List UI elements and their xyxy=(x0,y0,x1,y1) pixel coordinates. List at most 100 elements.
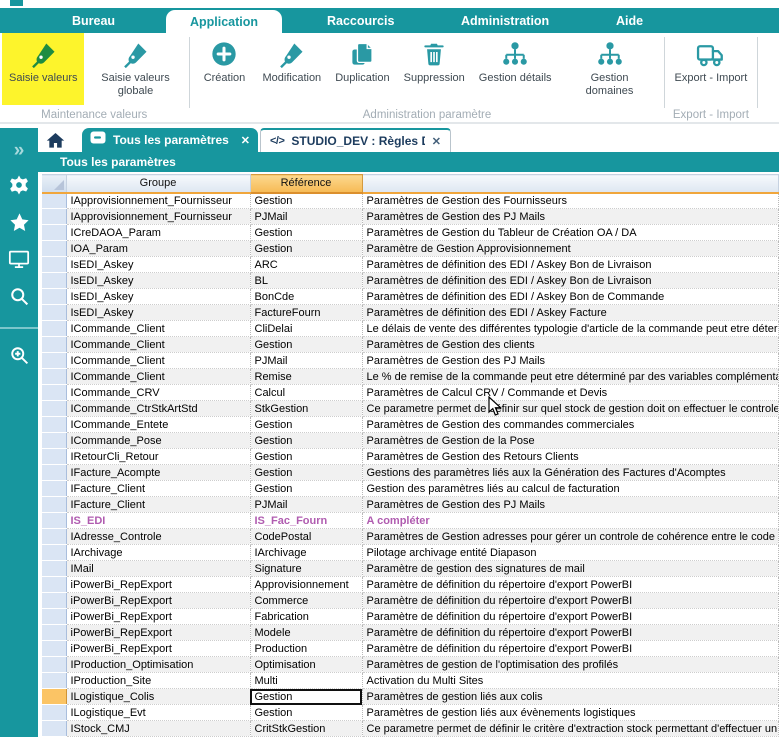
cell-groupe[interactable]: IOA_Param xyxy=(66,241,250,257)
menu-tab-administration[interactable]: Administration xyxy=(461,8,549,33)
cell-reference[interactable]: StkGestion xyxy=(250,401,362,417)
cell-description[interactable]: Ce parametre permet de définir le critèr… xyxy=(362,721,779,737)
cell-groupe[interactable]: ICreDAOA_Param xyxy=(66,225,250,241)
cell-groupe[interactable]: ILogistique_Colis xyxy=(66,689,250,705)
row-selector[interactable] xyxy=(42,465,66,481)
row-selector[interactable] xyxy=(42,369,66,385)
cell-description[interactable]: Paramètres de Gestion des PJ Mails xyxy=(362,353,779,369)
cell-reference[interactable]: Remise xyxy=(250,369,362,385)
cell-reference[interactable]: Gestion xyxy=(250,225,362,241)
ribbon-button-duplication[interactable]: Duplication xyxy=(328,33,396,105)
cell-description[interactable]: Paramètres de définition des EDI / Askey… xyxy=(362,257,779,273)
cell-reference[interactable]: CritStkGestion xyxy=(250,721,362,737)
row-selector[interactable] xyxy=(42,609,66,625)
cell-reference[interactable]: Gestion xyxy=(250,193,362,209)
cell-reference[interactable]: Fabrication xyxy=(250,609,362,625)
column-header-groupe[interactable]: Groupe xyxy=(66,175,250,193)
cell-reference[interactable]: BL xyxy=(250,273,362,289)
row-selector[interactable] xyxy=(42,689,66,705)
cell-description[interactable]: Paramètres de Gestion de la Pose xyxy=(362,433,779,449)
cell-reference[interactable]: PJMail xyxy=(250,497,362,513)
row-selector[interactable] xyxy=(42,561,66,577)
cell-description[interactable]: Le % de remise de la commande peut etre … xyxy=(362,369,779,385)
row-selector[interactable] xyxy=(42,513,66,529)
cell-description[interactable]: Paramètres de Gestion des Retours Client… xyxy=(362,449,779,465)
cell-reference[interactable]: PJMail xyxy=(250,209,362,225)
cell-groupe[interactable]: IArchivage xyxy=(66,545,250,561)
row-selector[interactable] xyxy=(42,433,66,449)
home-tab-button[interactable] xyxy=(46,131,65,155)
cell-reference[interactable]: Optimisation xyxy=(250,657,362,673)
row-selector[interactable] xyxy=(42,593,66,609)
menu-tab-aide[interactable]: Aide xyxy=(616,8,643,33)
cell-groupe[interactable]: IApprovisionnement_Fournisseur xyxy=(66,209,250,225)
cell-reference[interactable]: Approvisionnement xyxy=(250,577,362,593)
row-selector[interactable] xyxy=(42,257,66,273)
row-selector[interactable] xyxy=(42,273,66,289)
cell-groupe[interactable]: ICommande_Client xyxy=(66,353,250,369)
cell-reference[interactable]: Production xyxy=(250,641,362,657)
row-selector[interactable] xyxy=(42,401,66,417)
ribbon-button-gestion-domaines[interactable]: Gestion domaines xyxy=(559,33,661,105)
cell-description[interactable]: Paramètre de définition du répertoire d'… xyxy=(362,625,779,641)
cell-groupe[interactable]: ICommande_CtrStkArtStd xyxy=(66,401,250,417)
cell-reference[interactable]: Gestion xyxy=(250,417,362,433)
cell-groupe[interactable]: ICommande_Entete xyxy=(66,417,250,433)
cell-description[interactable]: Paramètres de définition des EDI / Askey… xyxy=(362,273,779,289)
cell-groupe[interactable]: ICommande_Pose xyxy=(66,433,250,449)
cell-reference[interactable]: Signature xyxy=(250,561,362,577)
row-selector[interactable] xyxy=(42,449,66,465)
row-selector[interactable] xyxy=(42,705,66,721)
row-selector[interactable] xyxy=(42,321,66,337)
menu-tab-raccourcis[interactable]: Raccourcis xyxy=(327,8,394,33)
sidebar-item-expand-panel[interactable]: » xyxy=(14,140,25,161)
cell-groupe[interactable]: IFacture_Client xyxy=(66,481,250,497)
cell-description[interactable]: Paramètres de Gestion des PJ Mails xyxy=(362,209,779,225)
cell-reference[interactable]: ARC xyxy=(250,257,362,273)
row-selector[interactable] xyxy=(42,625,66,641)
cell-reference[interactable]: Commerce xyxy=(250,593,362,609)
cell-groupe[interactable]: IFacture_Client xyxy=(66,497,250,513)
cell-groupe[interactable]: IProduction_Optimisation xyxy=(66,657,250,673)
close-icon[interactable]: ✕ xyxy=(241,134,250,147)
row-selector[interactable] xyxy=(42,385,66,401)
cell-description[interactable]: Gestions des paramètres liés aux la Géné… xyxy=(362,465,779,481)
cell-reference[interactable]: CodePostal xyxy=(250,529,362,545)
cell-groupe[interactable]: IMail xyxy=(66,561,250,577)
row-selector[interactable] xyxy=(42,545,66,561)
cell-groupe[interactable]: IAdresse_Controle xyxy=(66,529,250,545)
cell-description[interactable]: Paramètres de gestion liés aux évènement… xyxy=(362,705,779,721)
cell-description[interactable]: Paramètres de Gestion adresses pour gére… xyxy=(362,529,779,545)
cell-description[interactable]: Paramètre de Gestion Approvisionnement xyxy=(362,241,779,257)
tab-studio-dev-regles[interactable]: </> STUDIO_DEV : Règles DI... ✕ xyxy=(260,128,451,152)
cell-description[interactable]: Paramètres de Gestion du Tableur de Créa… xyxy=(362,225,779,241)
cell-description[interactable]: Paramètres de gestion liés aux colis xyxy=(362,689,779,705)
column-header-description[interactable] xyxy=(362,175,779,193)
menu-tab-application[interactable]: Application xyxy=(166,10,282,33)
cell-groupe[interactable]: iPowerBi_RepExport xyxy=(66,625,250,641)
cell-description[interactable]: Paramètres de Gestion des commandes comm… xyxy=(362,417,779,433)
sidebar-item-search[interactable] xyxy=(9,288,30,309)
cell-groupe[interactable]: IS_EDI xyxy=(66,513,250,529)
cell-reference[interactable]: Gestion xyxy=(250,705,362,721)
cell-groupe[interactable]: iPowerBi_RepExport xyxy=(66,593,250,609)
cell-groupe[interactable]: ILogistique_Evt xyxy=(66,705,250,721)
cell-groupe[interactable]: IStock_CMJ xyxy=(66,721,250,737)
ribbon-button-cr-ation[interactable]: Création xyxy=(193,33,255,105)
menu-tab-bureau[interactable]: Bureau xyxy=(72,8,115,33)
row-selector[interactable] xyxy=(42,417,66,433)
ribbon-button-suppression[interactable]: Suppression xyxy=(397,33,472,105)
row-selector[interactable] xyxy=(42,577,66,593)
cell-groupe[interactable]: IFacture_Acompte xyxy=(66,465,250,481)
row-selector[interactable] xyxy=(42,657,66,673)
row-selector[interactable] xyxy=(42,289,66,305)
cell-description[interactable]: Paramètre de définition du répertoire d'… xyxy=(362,641,779,657)
cell-reference[interactable]: FactureFourn xyxy=(250,305,362,321)
close-icon[interactable]: ✕ xyxy=(432,135,441,148)
cell-groupe[interactable]: IsEDI_Askey xyxy=(66,305,250,321)
cell-description[interactable]: Paramètre de définition du répertoire d'… xyxy=(362,609,779,625)
row-selector[interactable] xyxy=(42,337,66,353)
cell-groupe[interactable]: iPowerBi_RepExport xyxy=(66,641,250,657)
cell-reference[interactable]: Gestion xyxy=(250,465,362,481)
cell-reference[interactable]: Gestion xyxy=(250,433,362,449)
